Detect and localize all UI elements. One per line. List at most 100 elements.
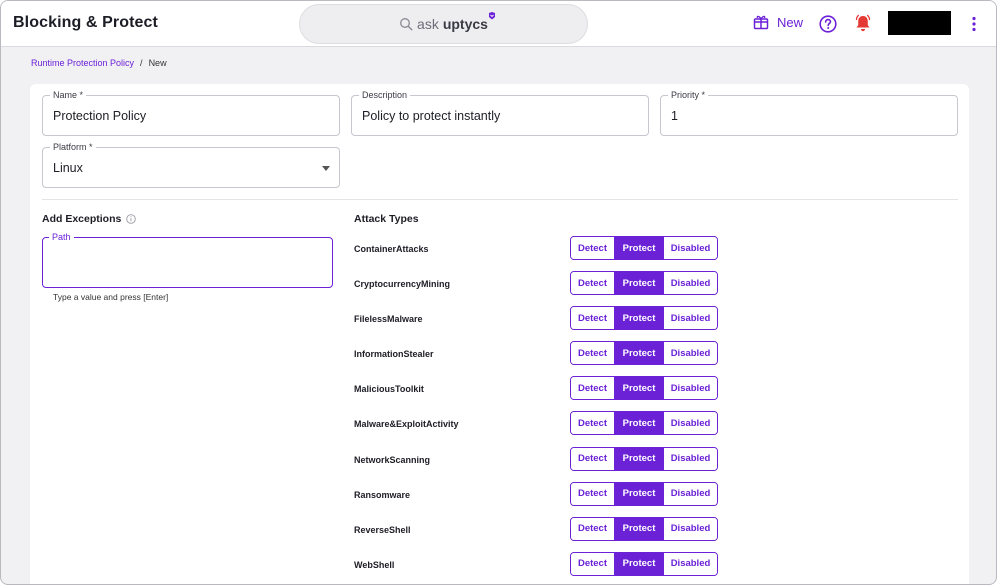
priority-field[interactable]: Priority * 1 [660,90,958,136]
attack-type-name: ReverseShell [354,524,411,535]
name-field[interactable]: Name * Protection Policy [42,90,340,136]
priority-field-label: Priority * [668,90,709,100]
info-icon[interactable] [126,214,136,224]
attack-mode-toggle-group: Detect Protect Disabled [570,446,718,471]
attack-mode-detect-button[interactable]: Detect [571,412,615,435]
attack-mode-detect-button[interactable]: Detect [571,447,615,470]
priority-field-value: 1 [671,109,678,123]
attack-type-name: CryptocurrencyMining [354,279,451,290]
attack-type-row: NetworkScanning Detect Protect Disabled [354,446,734,482]
ask-brand-label: uptycs [442,12,495,32]
name-field-label: Name * [50,90,87,100]
attack-mode-disabled-button[interactable]: Disabled [664,377,717,400]
ask-prefix: ask [417,16,439,32]
attack-mode-protect-button[interactable]: Protect [615,342,664,365]
breadcrumb: Runtime Protection Policy / New [31,58,167,68]
attack-mode-disabled-button[interactable]: Disabled [664,412,717,435]
policy-form-card: Name * Protection Policy Description Pol… [30,84,969,584]
attack-type-name: InformationStealer [354,349,434,360]
attack-mode-protect-button[interactable]: Protect [615,307,664,330]
attack-mode-toggle-group: Detect Protect Disabled [570,516,718,541]
attack-mode-protect-button[interactable]: Protect [615,447,664,470]
top-bar: Blocking & Protect ask uptycs New [1,1,996,47]
attack-mode-toggle-group: Detect Protect Disabled [570,271,718,296]
more-options-icon[interactable] [969,15,979,33]
ask-uptycs-search[interactable]: ask uptycs [299,4,588,44]
attack-mode-detect-button[interactable]: Detect [571,237,615,259]
attack-mode-disabled-button[interactable]: Disabled [664,272,717,295]
attack-mode-protect-button[interactable]: Protect [615,237,664,259]
attack-type-row: CryptocurrencyMining Detect Protect Disable… [354,271,734,306]
page-title: Blocking & Protect [13,14,158,31]
attack-mode-disabled-button[interactable]: Disabled [664,552,717,575]
breadcrumb-parent-link[interactable]: Runtime Protection Policy [31,58,134,68]
attack-mode-disabled-button[interactable]: Disabled [664,482,717,505]
platform-select-label: Platform * [50,142,96,152]
attack-type-row: ReverseShell Detect Protect Disabled [354,516,734,552]
exception-path-field[interactable]: Path [42,232,333,288]
attack-mode-protect-button[interactable]: Protect [615,517,664,540]
attack-mode-toggle-group: Detect Protect Disabled [570,376,718,401]
attack-type-name: FilelessMalware [354,314,423,325]
exception-path-label: Path [49,232,74,242]
add-exceptions-title: Add Exceptions [42,213,122,225]
attack-mode-detect-button[interactable]: Detect [571,552,615,575]
attack-type-name: ContainerAttacks [354,244,429,254]
user-account-redacted[interactable] [888,11,951,35]
attack-type-row: WebShell Detect Protect Disabled [354,551,734,584]
attack-type-row: Ransomware Detect Protect Disabled [354,481,734,517]
attack-type-row: Malware&ExploitActivity Detect Protect Disa… [354,411,734,446]
gift-icon [753,15,769,30]
attack-type-name: NetworkScanning [354,454,431,465]
exception-helper-text: Type a value and press [Enter] [53,292,169,302]
new-button-label: New [777,14,804,30]
new-button[interactable]: New [753,14,803,30]
attack-mode-toggle-group: Detect Protect Disabled [570,341,718,366]
ask-brand-text: uptycs [442,16,488,32]
attack-mode-disabled-button[interactable]: Disabled [664,517,717,540]
notification-bell-icon[interactable] [854,14,872,33]
exception-path-input[interactable] [51,250,321,274]
attack-type-name: Malware&ExploitActivity [354,419,459,430]
description-field-value: Policy to protect instantly [362,109,501,123]
breadcrumb-separator: / [140,58,143,68]
attack-mode-detect-button[interactable]: Detect [571,377,615,400]
attack-mode-protect-button[interactable]: Protect [615,482,664,505]
attack-types-title: Attack Types [354,213,419,225]
help-icon[interactable] [819,15,837,33]
attack-mode-protect-button[interactable]: Protect [615,272,664,295]
platform-select-value: Linux [53,161,83,175]
attack-mode-toggle-group: Detect Protect Disabled [570,306,718,331]
breadcrumb-current: New [148,58,167,68]
attack-type-row: MaliciousToolkit Detect Protect Disabled [354,376,734,411]
search-icon [400,18,413,31]
attack-mode-protect-button[interactable]: Protect [615,412,664,435]
attack-mode-detect-button[interactable]: Detect [571,307,615,330]
description-field[interactable]: Description Policy to protect instantly [351,90,649,136]
section-divider [42,199,958,200]
attack-mode-detect-button[interactable]: Detect [571,272,615,295]
attack-mode-disabled-button[interactable]: Disabled [664,342,717,365]
attack-mode-detect-button[interactable]: Detect [571,342,615,365]
attack-type-name: WebShell [354,559,395,570]
attack-mode-disabled-button[interactable]: Disabled [664,237,717,259]
attack-mode-toggle-group: Detect Protect Disabled [570,236,718,260]
attack-mode-toggle-group: Detect Protect Disabled [570,411,718,436]
app-window: Blocking & Protect ask uptycs New Runtim… [0,0,997,585]
attack-mode-toggle-group: Detect Protect Disabled [570,481,718,506]
attack-mode-detect-button[interactable]: Detect [571,482,615,505]
attack-type-row: ContainerAttacks Detect Protect Disabled [354,236,734,271]
attack-mode-disabled-button[interactable]: Disabled [664,307,717,330]
attack-type-row: InformationStealer Detect Protect Disabled [354,341,734,376]
description-field-label: Description [359,90,411,100]
attack-mode-protect-button[interactable]: Protect [615,552,664,575]
dropdown-caret-icon [322,166,330,171]
attack-mode-toggle-group: Detect Protect Disabled [570,551,718,576]
attack-mode-protect-button[interactable]: Protect [615,377,664,400]
attack-mode-disabled-button[interactable]: Disabled [664,447,717,470]
platform-select[interactable]: Platform * Linux [42,142,340,188]
attack-mode-detect-button[interactable]: Detect [571,517,615,540]
name-field-value: Protection Policy [53,109,147,123]
attack-type-row: FilelessMalware Detect Protect Disabled [354,306,734,341]
attack-type-name: Ransomware [354,489,411,500]
